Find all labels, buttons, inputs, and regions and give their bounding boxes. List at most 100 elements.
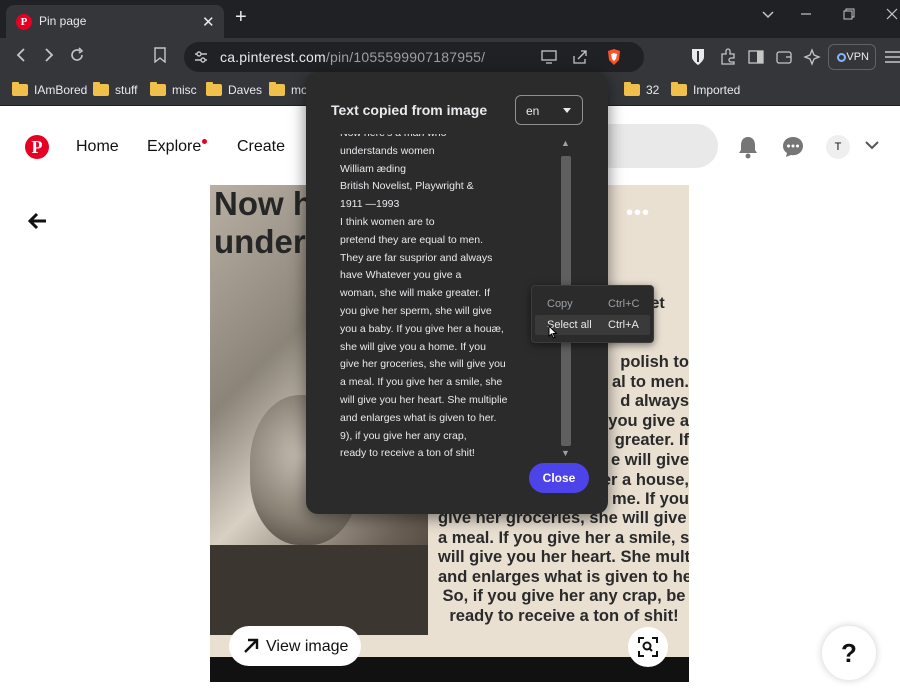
dialog-title: Text copied from image: [331, 102, 488, 118]
tab-strip: P Pin page ✕ +: [0, 0, 900, 38]
extensions-icon[interactable]: [719, 48, 737, 66]
back-icon[interactable]: [14, 47, 28, 63]
bookmark-folder-imported[interactable]: Imported: [671, 82, 741, 97]
leo-ai-icon[interactable]: [803, 48, 821, 66]
extracted-text-line: They are far susprior and always: [340, 251, 493, 264]
new-tab-button[interactable]: +: [235, 6, 247, 29]
extracted-text-line: British Novelist, Playwright &: [340, 180, 474, 193]
extracted-text-lines: Now here's a man whounderstands women Wil…: [340, 134, 508, 463]
nav-create[interactable]: Create: [237, 138, 285, 156]
account-chevron-down-icon[interactable]: [865, 141, 879, 151]
url-path: /pin/1055599907187955/: [325, 49, 486, 65]
brave-shields-icon[interactable]: [606, 48, 622, 66]
bookmark-folder-iambored[interactable]: IAmBored: [12, 82, 87, 97]
messages-icon[interactable]: [781, 135, 805, 159]
folder-icon: [12, 82, 28, 96]
tab-pin-page[interactable]: P Pin page ✕: [6, 5, 224, 38]
bookmark-folder-misc[interactable]: misc: [150, 82, 197, 97]
menu-item-label: Copy: [547, 298, 573, 310]
menu-item-shortcut: Ctrl+A: [608, 319, 639, 331]
extracted-text-line: understands women: [340, 144, 435, 157]
extracted-text-line: Now here's a man who: [340, 134, 508, 143]
menu-icon[interactable]: [884, 48, 900, 66]
scroll-up-icon[interactable]: ▲: [561, 138, 570, 148]
bookmark-label: Daves: [228, 83, 263, 97]
forward-icon[interactable]: [42, 47, 56, 63]
search-input[interactable]: [590, 124, 718, 168]
lens-icon: [638, 637, 658, 657]
language-select[interactable]: en: [515, 95, 583, 125]
back-arrow-icon[interactable]: [28, 212, 48, 230]
bookmark-icon[interactable]: [154, 47, 166, 63]
wallet-icon[interactable]: [775, 48, 793, 66]
bookmark-label: stuff: [115, 83, 138, 97]
bookmark-label: misc: [172, 83, 197, 97]
extracted-text-line: 1911 —1993: [340, 198, 400, 211]
vpn-status-icon: [837, 53, 846, 62]
menu-item-copy[interactable]: Copy Ctrl+C: [535, 294, 650, 314]
install-app-icon[interactable]: [541, 50, 557, 64]
bookmark-folder-stuff[interactable]: stuff: [93, 82, 138, 97]
expand-arrow-icon: [243, 638, 259, 654]
extracted-text-line: and enlarges what is given to her.: [340, 411, 497, 424]
extracted-text-line: will give you her heart. She multiplie: [340, 393, 508, 406]
extracted-text-line: she will give you a home. If you: [340, 340, 486, 353]
extracted-text-line: ready to receive a ton of shit!: [340, 447, 475, 460]
extracted-text-line: give her groceries, she will give you: [340, 358, 506, 371]
share-icon[interactable]: [572, 50, 588, 64]
view-image-label: View image: [266, 638, 349, 655]
address-bar[interactable]: ca.pinterest.com/pin/1055599907187955/: [184, 42, 644, 72]
folder-icon: [269, 82, 285, 96]
explore-notification-dot: [202, 139, 207, 144]
extracted-text-line: you a baby. If you give her a houæ,: [340, 322, 504, 335]
nav-explore[interactable]: Explore: [147, 138, 201, 156]
folder-icon: [624, 82, 640, 96]
vpn-label: VPN: [846, 51, 869, 63]
url-domain: ca.pinterest.com: [220, 49, 326, 65]
menu-item-shortcut: Ctrl+C: [608, 298, 640, 310]
extracted-text-line: 9), if you give her any crap,: [340, 429, 467, 442]
portrait-coat: [210, 545, 428, 635]
close-window-icon[interactable]: [886, 8, 898, 20]
dropdown-caret-icon: [563, 108, 571, 113]
nav-home[interactable]: Home: [76, 138, 119, 156]
notifications-bell-icon[interactable]: [737, 135, 759, 159]
more-options-button[interactable]: •••: [626, 202, 650, 225]
tab-title: Pin page: [39, 14, 87, 28]
url-text: ca.pinterest.com/pin/1055599907187955/: [220, 49, 485, 65]
minimize-icon[interactable]: [800, 8, 812, 20]
restore-icon[interactable]: [843, 8, 855, 20]
sidebar-icon[interactable]: [747, 48, 765, 66]
extracted-text-line: pretend they are equal to men.: [340, 233, 484, 246]
extracted-text-line: a meal. If you give her a smile, she: [340, 376, 503, 389]
tab-search-chevron-icon[interactable]: [762, 8, 774, 20]
view-image-button[interactable]: View image: [229, 626, 361, 666]
close-button[interactable]: Close: [529, 463, 589, 493]
folder-icon: [150, 82, 166, 96]
folder-icon: [93, 82, 109, 96]
bookmark-folder-32[interactable]: 32: [624, 82, 660, 97]
help-button[interactable]: ?: [822, 626, 876, 680]
browser-toolbar: ca.pinterest.com/pin/1055599907187955/ V…: [0, 38, 900, 76]
site-settings-icon[interactable]: [194, 50, 208, 64]
extracted-text-line: woman, she will make greater. If: [340, 287, 490, 300]
bitwarden-extension-icon[interactable]: [690, 48, 708, 66]
pin-image-bottom-text: give her groceries, she will give you a …: [438, 509, 689, 625]
vpn-button[interactable]: VPN: [828, 44, 876, 70]
scroll-down-icon[interactable]: ▼: [561, 448, 570, 458]
folder-icon: [671, 82, 687, 96]
bookmark-label: Imported: [693, 83, 741, 97]
tab-close-icon[interactable]: ✕: [202, 13, 215, 31]
extracted-text-line: have Whatever you give a: [340, 269, 462, 282]
pinterest-logo-icon[interactable]: P: [25, 135, 49, 159]
bookmark-label: 32: [646, 83, 660, 97]
extracted-text-line: William æding: [340, 162, 406, 175]
bookmark-folder-mo[interactable]: mo: [269, 82, 308, 97]
reload-icon[interactable]: [69, 47, 85, 63]
bookmark-folder-daves[interactable]: Daves: [206, 82, 263, 97]
folder-icon: [206, 82, 222, 96]
visual-search-button[interactable]: [628, 627, 668, 667]
extracted-text-line: I think women are to: [340, 215, 435, 228]
avatar[interactable]: T: [826, 135, 850, 159]
pinterest-favicon-icon: P: [16, 14, 32, 30]
